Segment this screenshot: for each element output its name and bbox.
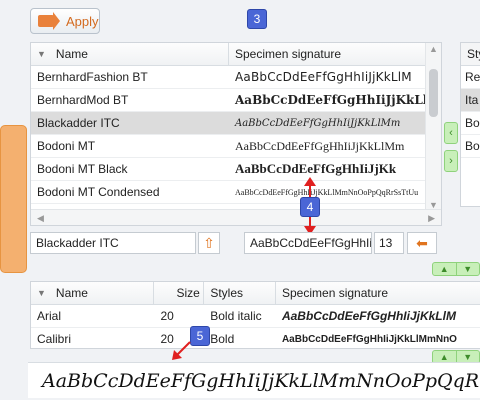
- specimen-cell: AaBbCcDdEeFfGgHhIiJjKkLlMmNnO: [281, 333, 457, 345]
- specimen-cell: AaBbCcDdEeFfGgHhIiJjKkLlM: [281, 309, 456, 323]
- font-name-cell: Blackadder ITC: [37, 116, 120, 130]
- arrow-right-icon: [38, 12, 60, 30]
- left-splitter-handle[interactable]: [0, 125, 27, 273]
- red-arrow-icon: [172, 341, 191, 360]
- step-badge-4: 4: [300, 197, 320, 217]
- font-name-cell: BernhardMod BT: [37, 93, 129, 107]
- styles-grid: Sty Re Ita Bo Bo: [460, 42, 480, 207]
- arrow-return-icon: ⬅: [416, 234, 428, 251]
- chevron-left-icon: ‹: [449, 127, 453, 139]
- arrow-up-icon: ⇧: [203, 234, 215, 251]
- styles-grid-header[interactable]: Sty: [461, 43, 480, 66]
- column-header-specimen[interactable]: Specimen signature: [229, 43, 427, 65]
- specimen-cell: AaBbCcDdEeFfGgHhIiJjKk: [235, 161, 397, 176]
- move-up-button[interactable]: ⇧: [198, 232, 220, 254]
- fonts-grid-header: ▼ Name Specimen signature: [31, 43, 441, 66]
- scroll-up-icon[interactable]: ▲: [429, 44, 438, 54]
- table-row[interactable]: BernhardFashion BT AaBbCcDdEeFfGgHhIiJjK…: [31, 66, 441, 89]
- font-manager-window: Apply 3 ▼ Name Specimen signature Bernha…: [0, 0, 480, 400]
- scroll-right-icon[interactable]: ▶: [428, 213, 435, 224]
- styles-cell: Bold italic: [210, 309, 262, 323]
- font-name-cell: Bodoni MT: [37, 139, 96, 153]
- font-name-field[interactable]: Blackadder ITC: [30, 232, 196, 254]
- selected-grid-header: ▼ Name Size Styles Specimen signature: [31, 282, 480, 305]
- reorder-stepper[interactable]: ▲ ▼: [432, 262, 480, 276]
- font-name-cell: Calibri: [37, 332, 72, 346]
- style-row[interactable]: Bo: [461, 135, 480, 158]
- apply-label: Apply: [66, 13, 99, 29]
- font-name-cell: BernhardFashion BT: [37, 70, 148, 84]
- chevron-right-icon: ›: [449, 155, 453, 167]
- table-row[interactable]: Calibri 20 Bold AaBbCcDdEeFfGgHhIiJjKkLl…: [31, 328, 480, 348]
- font-name-cell: Bodoni MT Condensed: [37, 185, 160, 199]
- scroll-right-green-button[interactable]: ›: [444, 150, 458, 172]
- table-row[interactable]: Bodoni MT AaBbCcDdEeFfGgHhIiJjKkLlMm: [31, 135, 441, 158]
- font-preview: AaBbCcDdEeFfGgHhIiJjKkLlMmNnOoPpQqRrSs: [28, 362, 480, 398]
- add-back-button[interactable]: ⬅: [407, 232, 437, 254]
- font-name-cell: Arial: [37, 309, 62, 323]
- selected-fonts-grid: ▼ Name Size Styles Specimen signature Ar…: [30, 281, 480, 349]
- specimen-field[interactable]: AaBbCcDdEeFfGgHhIi: [244, 232, 372, 254]
- chevron-down-icon: ▼: [37, 49, 46, 59]
- size-cell: 20: [160, 309, 174, 323]
- column-header-styles[interactable]: Styles: [204, 282, 276, 304]
- chevron-down-icon: ▼: [37, 288, 46, 298]
- specimen-cell: AaBbCcDdEeFfGgHhIiJjKkLlM: [235, 70, 412, 84]
- horizontal-scrollbar[interactable]: ◀ ▶: [31, 209, 441, 225]
- scroll-left-icon[interactable]: ◀: [37, 213, 44, 224]
- specimen-cell: AaBbCcDdEeFfGgHhIiJjKkLlM: [235, 93, 425, 107]
- specimen-cell: AaBbCcDdEeFfGgHhIiJjKkLlMm: [235, 138, 405, 153]
- apply-button[interactable]: Apply: [30, 8, 100, 34]
- table-row[interactable]: Arial 20 Bold italic AaBbCcDdEeFfGgHhIiJ…: [31, 305, 480, 328]
- chevron-down-icon[interactable]: ▼: [457, 263, 480, 275]
- style-row-selected[interactable]: Ita: [461, 89, 480, 112]
- chevron-up-icon[interactable]: ▲: [433, 263, 457, 275]
- specimen-cell: AaBbCcDdEeFfGgHhIiJjKkLlMm: [235, 117, 401, 129]
- specimen-cell: AaBbCcDdEeFfGgHhIiJjKkLlMmNnOoPpQqRrSsTt…: [235, 187, 419, 197]
- table-row[interactable]: BernhardMod BT AaBbCcDdEeFfGgHhIiJjKkLlM: [31, 89, 441, 112]
- step-badge-3: 3: [247, 9, 267, 29]
- styles-cell: Bold: [210, 332, 235, 346]
- style-row[interactable]: Re: [461, 66, 480, 89]
- column-header-specimen[interactable]: Specimen signature: [276, 282, 480, 304]
- column-header-name[interactable]: ▼ Name: [31, 43, 229, 65]
- vertical-scrollbar[interactable]: ▲ ▼: [425, 43, 441, 211]
- font-name-cell: Bodoni MT Black: [37, 162, 128, 176]
- table-row[interactable]: Bodoni MT Condensed AaBbCcDdEeFfGgHhIiJj…: [31, 181, 441, 204]
- style-row[interactable]: Bo: [461, 112, 480, 135]
- table-row[interactable]: Bodoni MT Black AaBbCcDdEeFfGgHhIiJjKk: [31, 158, 441, 181]
- column-header-size[interactable]: Size: [154, 282, 205, 304]
- fonts-grid: ▼ Name Specimen signature BernhardFashio…: [30, 42, 442, 226]
- size-field[interactable]: 13: [374, 232, 404, 254]
- scroll-thumb[interactable]: [429, 69, 438, 117]
- column-header-name[interactable]: ▼ Name: [31, 282, 155, 304]
- table-row-selected[interactable]: Blackadder ITC AaBbCcDdEeFfGgHhIiJjKkLlM…: [31, 112, 441, 135]
- scroll-left-green-button[interactable]: ‹: [444, 122, 458, 144]
